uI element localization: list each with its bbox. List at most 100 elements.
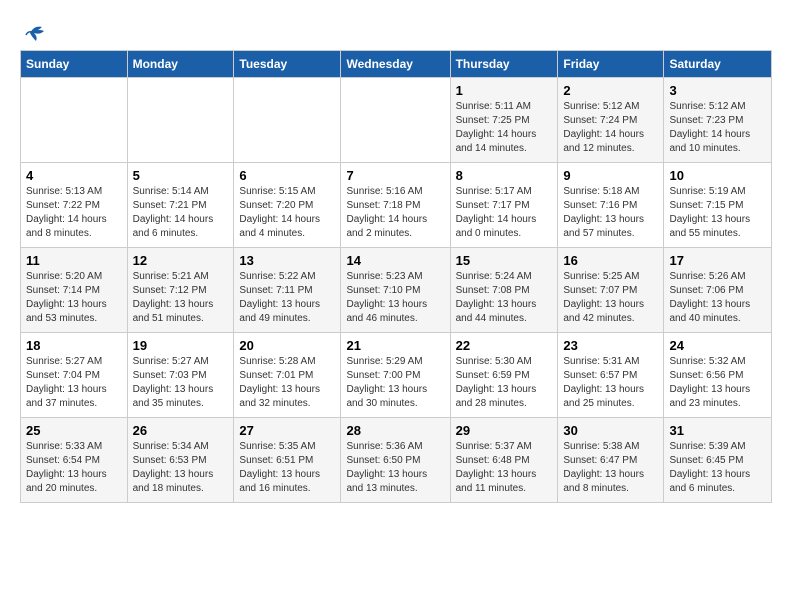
day-number: 19 <box>133 338 229 353</box>
calendar-cell <box>234 78 341 163</box>
calendar-cell: 23 Sunrise: 5:31 AMSunset: 6:57 PMDayligh… <box>558 333 664 418</box>
day-info: Sunrise: 5:16 AMSunset: 7:18 PMDaylight:… <box>346 185 444 241</box>
day-number: 13 <box>239 253 335 268</box>
week-row-4: 18Sunrise: 5:27 AMSunset: 7:04 PMDayligh… <box>21 333 772 418</box>
day-info: Sunrise: 5:15 AMSunset: 7:20 PMDaylight:… <box>239 185 335 241</box>
day-info: Sunrise: 5:35 AMSunset: 6:51 PMDaylight:… <box>239 440 335 496</box>
day-number: 9 <box>563 168 658 183</box>
day-info: Sunrise: 5:23 AMSunset: 7:10 PMDaylight:… <box>346 270 444 326</box>
calendar-cell: 15 Sunrise: 5:24 AMSunset: 7:08 PMDayligh… <box>450 248 558 333</box>
calendar-cell: 10Sunrise: 5:19 AMSunset: 7:15 PMDayligh… <box>664 163 772 248</box>
day-info: Sunrise: 5:11 AMSunset: 7:25 PMDaylight:… <box>456 100 553 156</box>
logo-bird-icon <box>20 23 48 43</box>
day-number: 20 <box>239 338 335 353</box>
day-number: 23 <box>563 338 658 353</box>
day-number: 29 <box>456 423 553 438</box>
day-info: Sunrise: 5:18 AMSunset: 7:16 PMDaylight:… <box>563 185 658 241</box>
calendar-cell: 21 Sunrise: 5:29 AMSunset: 7:00 PMDayligh… <box>341 333 450 418</box>
day-info: Sunrise: 5:25 AMSunset: 7:07 PMDaylight:… <box>563 270 658 326</box>
day-info: Sunrise: 5:30 AMSunset: 6:59 PMDaylight:… <box>456 355 553 411</box>
calendar-cell: 6Sunrise: 5:15 AMSunset: 7:20 PMDaylight… <box>234 163 341 248</box>
day-info: Sunrise: 5:17 AMSunset: 7:17 PMDaylight:… <box>456 185 553 241</box>
calendar-cell: 14 Sunrise: 5:23 AMSunset: 7:10 PMDayligh… <box>341 248 450 333</box>
day-info: Sunrise: 5:31 AMSunset: 6:57 PMDaylight:… <box>563 355 658 411</box>
calendar-cell: 25Sunrise: 5:33 AMSunset: 6:54 PMDayligh… <box>21 418 128 503</box>
day-info: Sunrise: 5:39 AMSunset: 6:45 PMDaylight:… <box>669 440 766 496</box>
day-number: 26 <box>133 423 229 438</box>
calendar-cell: 19 Sunrise: 5:27 AMSunset: 7:03 PMDayligh… <box>127 333 234 418</box>
weekday-header-tuesday: Tuesday <box>234 51 341 78</box>
day-info: Sunrise: 5:28 AMSunset: 7:01 PMDaylight:… <box>239 355 335 411</box>
day-info: Sunrise: 5:21 AMSunset: 7:12 PMDaylight:… <box>133 270 229 326</box>
logo <box>20 20 48 40</box>
calendar-cell: 4 Sunrise: 5:13 AMSunset: 7:22 PMDaylight… <box>21 163 128 248</box>
weekday-header-monday: Monday <box>127 51 234 78</box>
calendar-cell: 2Sunrise: 5:12 AMSunset: 7:24 PMDaylight… <box>558 78 664 163</box>
day-number: 16 <box>563 253 658 268</box>
day-number: 17 <box>669 253 766 268</box>
day-info: Sunrise: 5:20 AMSunset: 7:14 PMDaylight:… <box>26 270 122 326</box>
week-row-3: 11 Sunrise: 5:20 AMSunset: 7:14 PMDayligh… <box>21 248 772 333</box>
calendar-cell: 26 Sunrise: 5:34 AMSunset: 6:53 PMDayligh… <box>127 418 234 503</box>
calendar-cell: 3 Sunrise: 5:12 AMSunset: 7:23 PMDaylight… <box>664 78 772 163</box>
day-info: Sunrise: 5:29 AMSunset: 7:00 PMDaylight:… <box>346 355 444 411</box>
calendar-cell <box>341 78 450 163</box>
day-number: 14 <box>346 253 444 268</box>
day-info: Sunrise: 5:36 AMSunset: 6:50 PMDaylight:… <box>346 440 444 496</box>
calendar-cell: 28Sunrise: 5:36 AMSunset: 6:50 PMDayligh… <box>341 418 450 503</box>
day-info: Sunrise: 5:37 AMSunset: 6:48 PMDaylight:… <box>456 440 553 496</box>
calendar-cell: 27 Sunrise: 5:35 AMSunset: 6:51 PMDayligh… <box>234 418 341 503</box>
day-info: Sunrise: 5:22 AMSunset: 7:11 PMDaylight:… <box>239 270 335 326</box>
weekday-header-saturday: Saturday <box>664 51 772 78</box>
day-info: Sunrise: 5:14 AMSunset: 7:21 PMDaylight:… <box>133 185 229 241</box>
day-number: 2 <box>563 83 658 98</box>
calendar-cell: 16 Sunrise: 5:25 AMSunset: 7:07 PMDayligh… <box>558 248 664 333</box>
weekday-header-row: SundayMondayTuesdayWednesdayThursdayFrid… <box>21 51 772 78</box>
day-number: 21 <box>346 338 444 353</box>
page-header <box>20 20 772 40</box>
day-number: 24 <box>669 338 766 353</box>
day-number: 12 <box>133 253 229 268</box>
weekday-header-wednesday: Wednesday <box>341 51 450 78</box>
day-number: 30 <box>563 423 658 438</box>
week-row-2: 4 Sunrise: 5:13 AMSunset: 7:22 PMDaylight… <box>21 163 772 248</box>
calendar-cell <box>21 78 128 163</box>
calendar-cell <box>127 78 234 163</box>
calendar-cell: 9 Sunrise: 5:18 AMSunset: 7:16 PMDaylight… <box>558 163 664 248</box>
day-number: 15 <box>456 253 553 268</box>
day-info: Sunrise: 5:26 AMSunset: 7:06 PMDaylight:… <box>669 270 766 326</box>
day-info: Sunrise: 5:24 AMSunset: 7:08 PMDaylight:… <box>456 270 553 326</box>
calendar-cell: 24 Sunrise: 5:32 AMSunset: 6:56 PMDayligh… <box>664 333 772 418</box>
day-number: 18 <box>26 338 122 353</box>
day-number: 27 <box>239 423 335 438</box>
calendar-cell: 7 Sunrise: 5:16 AMSunset: 7:18 PMDaylight… <box>341 163 450 248</box>
day-info: Sunrise: 5:13 AMSunset: 7:22 PMDaylight:… <box>26 185 122 241</box>
day-number: 31 <box>669 423 766 438</box>
calendar-cell: 12 Sunrise: 5:21 AMSunset: 7:12 PMDayligh… <box>127 248 234 333</box>
day-info: Sunrise: 5:19 AMSunset: 7:15 PMDaylight:… <box>669 185 766 241</box>
day-number: 5 <box>133 168 229 183</box>
day-number: 8 <box>456 168 553 183</box>
day-number: 7 <box>346 168 444 183</box>
calendar-cell: 17 Sunrise: 5:26 AMSunset: 7:06 PMDayligh… <box>664 248 772 333</box>
calendar-cell: 20 Sunrise: 5:28 AMSunset: 7:01 PMDayligh… <box>234 333 341 418</box>
day-info: Sunrise: 5:33 AMSunset: 6:54 PMDaylight:… <box>26 440 122 496</box>
calendar-cell: 22Sunrise: 5:30 AMSunset: 6:59 PMDayligh… <box>450 333 558 418</box>
day-info: Sunrise: 5:12 AMSunset: 7:23 PMDaylight:… <box>669 100 766 156</box>
weekday-header-thursday: Thursday <box>450 51 558 78</box>
calendar-cell: 5 Sunrise: 5:14 AMSunset: 7:21 PMDaylight… <box>127 163 234 248</box>
day-number: 4 <box>26 168 122 183</box>
weekday-header-sunday: Sunday <box>21 51 128 78</box>
day-info: Sunrise: 5:27 AMSunset: 7:03 PMDaylight:… <box>133 355 229 411</box>
day-info: Sunrise: 5:34 AMSunset: 6:53 PMDaylight:… <box>133 440 229 496</box>
week-row-1: 1Sunrise: 5:11 AMSunset: 7:25 PMDaylight… <box>21 78 772 163</box>
calendar-cell: 18Sunrise: 5:27 AMSunset: 7:04 PMDayligh… <box>21 333 128 418</box>
calendar-cell: 31 Sunrise: 5:39 AMSunset: 6:45 PMDayligh… <box>664 418 772 503</box>
calendar-cell: 30Sunrise: 5:38 AMSunset: 6:47 PMDayligh… <box>558 418 664 503</box>
calendar-cell: 1Sunrise: 5:11 AMSunset: 7:25 PMDaylight… <box>450 78 558 163</box>
day-info: Sunrise: 5:32 AMSunset: 6:56 PMDaylight:… <box>669 355 766 411</box>
day-number: 3 <box>669 83 766 98</box>
day-number: 11 <box>26 253 122 268</box>
week-row-5: 25Sunrise: 5:33 AMSunset: 6:54 PMDayligh… <box>21 418 772 503</box>
weekday-header-friday: Friday <box>558 51 664 78</box>
